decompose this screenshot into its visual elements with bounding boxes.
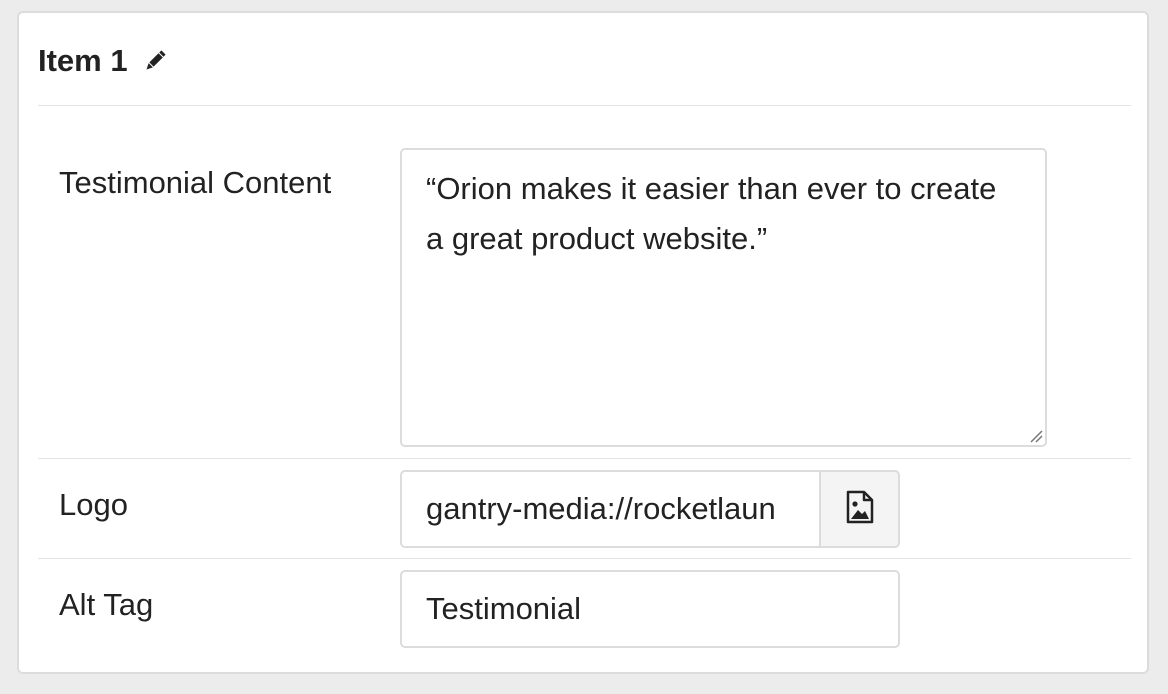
item-header: Item 1 (38, 41, 168, 81)
logo-label: Logo (59, 487, 128, 522)
testimonial-text-line-1: “Orion makes it easier than ever to crea… (426, 171, 997, 206)
pencil-icon[interactable] (142, 48, 168, 74)
header-divider (38, 105, 1131, 106)
row-divider (38, 558, 1131, 559)
testimonial-text-line-2: a great product website.” (426, 221, 768, 256)
alt-tag-label: Alt Tag (59, 587, 154, 622)
item-panel: Item 1 Testimonial Content “Orion makes … (17, 11, 1149, 674)
testimonial-textarea[interactable]: “Orion makes it easier than ever to crea… (400, 148, 1047, 447)
image-file-icon (846, 490, 874, 529)
resize-grip-icon[interactable] (1027, 427, 1043, 443)
row-divider (38, 458, 1131, 459)
testimonial-label: Testimonial Content (59, 165, 332, 200)
logo-input[interactable]: gantry-media://rocketlaun (400, 470, 819, 548)
media-picker-button[interactable] (819, 470, 900, 548)
alt-tag-input[interactable]: Testimonial (400, 570, 900, 648)
item-title: Item 1 (38, 43, 128, 78)
